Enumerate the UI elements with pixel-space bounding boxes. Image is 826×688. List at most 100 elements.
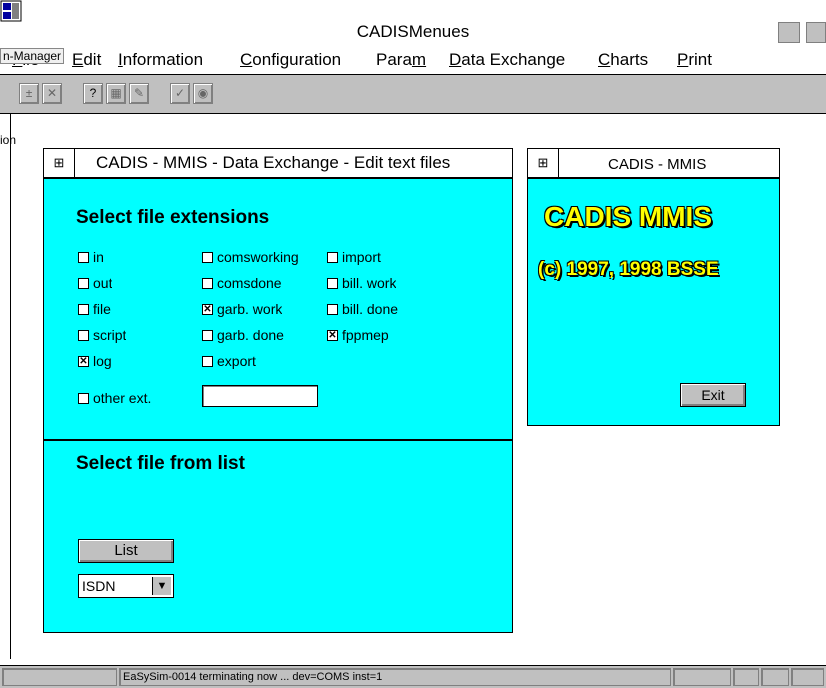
menu-item[interactable]: Print bbox=[677, 50, 712, 70]
file-type-select[interactable]: ISDN ▼ bbox=[78, 574, 174, 598]
menu-mnemonic: C bbox=[598, 50, 611, 69]
checkbox-ext[interactable]: ✕ garb. work bbox=[202, 301, 282, 317]
manager-overlay-label: n-Manager bbox=[0, 48, 65, 64]
status-cell bbox=[761, 668, 789, 686]
menu-mnemonic: E bbox=[72, 50, 84, 69]
checkbox-box[interactable] bbox=[202, 277, 213, 289]
menu-item[interactable]: Charts bbox=[598, 50, 648, 70]
file-list-panel: Select file from list List ISDN ▼ bbox=[44, 441, 512, 632]
checkbox-ext[interactable]: out bbox=[78, 275, 112, 291]
menu-mnemonic: m bbox=[411, 50, 427, 69]
list-button[interactable]: List bbox=[78, 539, 174, 563]
brand-name: CADIS MMIS bbox=[544, 201, 712, 232]
menu-text: Para bbox=[376, 50, 412, 69]
exit-button[interactable]: Exit bbox=[680, 383, 746, 407]
system-menu-icon[interactable]: ⊞ bbox=[44, 149, 75, 177]
maximize-button[interactable] bbox=[806, 22, 826, 43]
client-border bbox=[10, 113, 11, 659]
checkbox-box[interactable] bbox=[78, 277, 89, 289]
checkbox-box[interactable] bbox=[78, 303, 89, 315]
checkbox-ext[interactable]: ✕ log bbox=[78, 353, 112, 369]
checkbox-ext[interactable]: ✕ fppmep bbox=[327, 327, 389, 343]
checkbox-checked[interactable]: ✕ bbox=[327, 329, 338, 341]
toolbar: ± ✕ ? ▦ ✎ ✓ ◉ bbox=[0, 75, 826, 114]
file-type-value: ISDN bbox=[82, 578, 116, 594]
close-icon[interactable]: ✕ bbox=[42, 83, 62, 104]
menu-text: ata Exchange bbox=[461, 50, 566, 69]
title-bar: CADISMenues bbox=[0, 0, 826, 45]
about-panel: CADIS MMIS (c) 1997, 1998 BSSE Exit bbox=[528, 179, 779, 425]
checkbox-label: comsdone bbox=[217, 275, 282, 291]
menu-item[interactable]: Edit bbox=[72, 50, 101, 70]
doc-icon[interactable]: ▦ bbox=[106, 83, 126, 104]
status-cell bbox=[2, 668, 117, 686]
checkbox-label: garb. done bbox=[217, 327, 284, 343]
checkbox-ext[interactable]: export bbox=[202, 353, 256, 369]
checkbox-box[interactable] bbox=[78, 251, 89, 263]
checkbox-label: bill. done bbox=[342, 301, 399, 317]
checkbox-ext[interactable]: bill. done bbox=[327, 301, 398, 317]
menu-bar: FileEditInformationConfigurationParamDat… bbox=[0, 44, 826, 75]
checkbox-label: comsworking bbox=[217, 249, 299, 265]
extensions-panel: Select file extensions other ext. in out f… bbox=[44, 179, 512, 441]
menu-text: dit bbox=[83, 50, 102, 69]
about-window: ⊞ CADIS - MMIS CADIS MMIS (c) 1997, 1998… bbox=[527, 148, 780, 426]
system-menu-icon[interactable]: ⊞ bbox=[528, 149, 559, 177]
other-ext-label: other ext. bbox=[93, 390, 152, 406]
checkbox-box[interactable] bbox=[202, 251, 213, 263]
edit-icon[interactable]: ✎ bbox=[129, 83, 149, 104]
checkbox-label: bill. work bbox=[342, 275, 397, 291]
checkbox-box[interactable] bbox=[78, 329, 89, 341]
window-title: CADISMenues bbox=[356, 22, 470, 41]
menu-text: rint bbox=[688, 50, 712, 69]
checkbox-ext[interactable]: garb. done bbox=[202, 327, 284, 343]
status-cell bbox=[791, 668, 824, 686]
checkbox-box[interactable] bbox=[202, 355, 213, 367]
menu-item[interactable]: Data Exchange bbox=[449, 50, 565, 70]
copyright-text: (c) 1997, 1998 BSSE bbox=[538, 259, 719, 280]
checkbox-label: log bbox=[93, 353, 112, 369]
menu-mnemonic: P bbox=[677, 50, 689, 69]
file-list-heading: Select file from list bbox=[76, 453, 245, 474]
plus-icon[interactable]: ± bbox=[19, 83, 39, 104]
disk-icon[interactable]: ◉ bbox=[193, 83, 213, 104]
checkbox-label: fppmep bbox=[342, 327, 389, 343]
checkbox-box[interactable] bbox=[327, 251, 338, 263]
checkbox-ext[interactable]: comsdone bbox=[202, 275, 282, 291]
checkbox-box[interactable] bbox=[327, 303, 338, 315]
data-exchange-window: ⊞ CADIS - MMIS - Data Exchange - Edit te… bbox=[43, 148, 513, 633]
checkbox-ext[interactable]: script bbox=[78, 327, 126, 343]
checkbox-box[interactable] bbox=[78, 392, 89, 404]
about-title-bar: ⊞ CADIS - MMIS bbox=[528, 149, 779, 179]
status-cell bbox=[733, 668, 759, 686]
menu-item[interactable]: Configuration bbox=[240, 50, 341, 70]
main-window: CADISMenues FileEditInformationConfigura… bbox=[0, 0, 826, 688]
checkbox-checked[interactable]: ✕ bbox=[78, 355, 89, 367]
other-ext-input[interactable] bbox=[202, 385, 318, 407]
checkbox-label: garb. work bbox=[217, 301, 283, 317]
menu-text: onfiguration bbox=[252, 50, 342, 69]
checkbox-ext[interactable]: import bbox=[327, 249, 381, 265]
checkbox-ext[interactable]: comsworking bbox=[202, 249, 299, 265]
menu-text: harts bbox=[610, 50, 649, 69]
check-icon[interactable]: ✓ bbox=[170, 83, 190, 104]
checkbox-ext[interactable]: in bbox=[78, 249, 104, 265]
side-overlay-label: ion bbox=[0, 133, 17, 147]
checkbox-ext[interactable]: file bbox=[78, 301, 111, 317]
data-exchange-title-bar: ⊞ CADIS - MMIS - Data Exchange - Edit te… bbox=[44, 149, 512, 179]
menu-item[interactable]: Param bbox=[376, 50, 426, 70]
checkbox-label: import bbox=[342, 249, 381, 265]
checkbox-box[interactable] bbox=[327, 277, 338, 289]
checkbox-checked[interactable]: ✕ bbox=[202, 303, 213, 315]
checkbox-label: export bbox=[217, 353, 256, 369]
chevron-down-icon[interactable]: ▼ bbox=[152, 577, 171, 595]
checkbox-other-ext[interactable]: other ext. bbox=[78, 390, 151, 406]
menu-item[interactable]: Information bbox=[118, 50, 203, 70]
info-icon[interactable]: ? bbox=[83, 83, 103, 104]
minimize-button[interactable] bbox=[778, 22, 800, 43]
checkbox-box[interactable] bbox=[202, 329, 213, 341]
checkbox-label: out bbox=[93, 275, 113, 291]
checkbox-ext[interactable]: bill. work bbox=[327, 275, 396, 291]
checkbox-label: script bbox=[93, 327, 127, 343]
app-icon[interactable] bbox=[0, 0, 22, 22]
